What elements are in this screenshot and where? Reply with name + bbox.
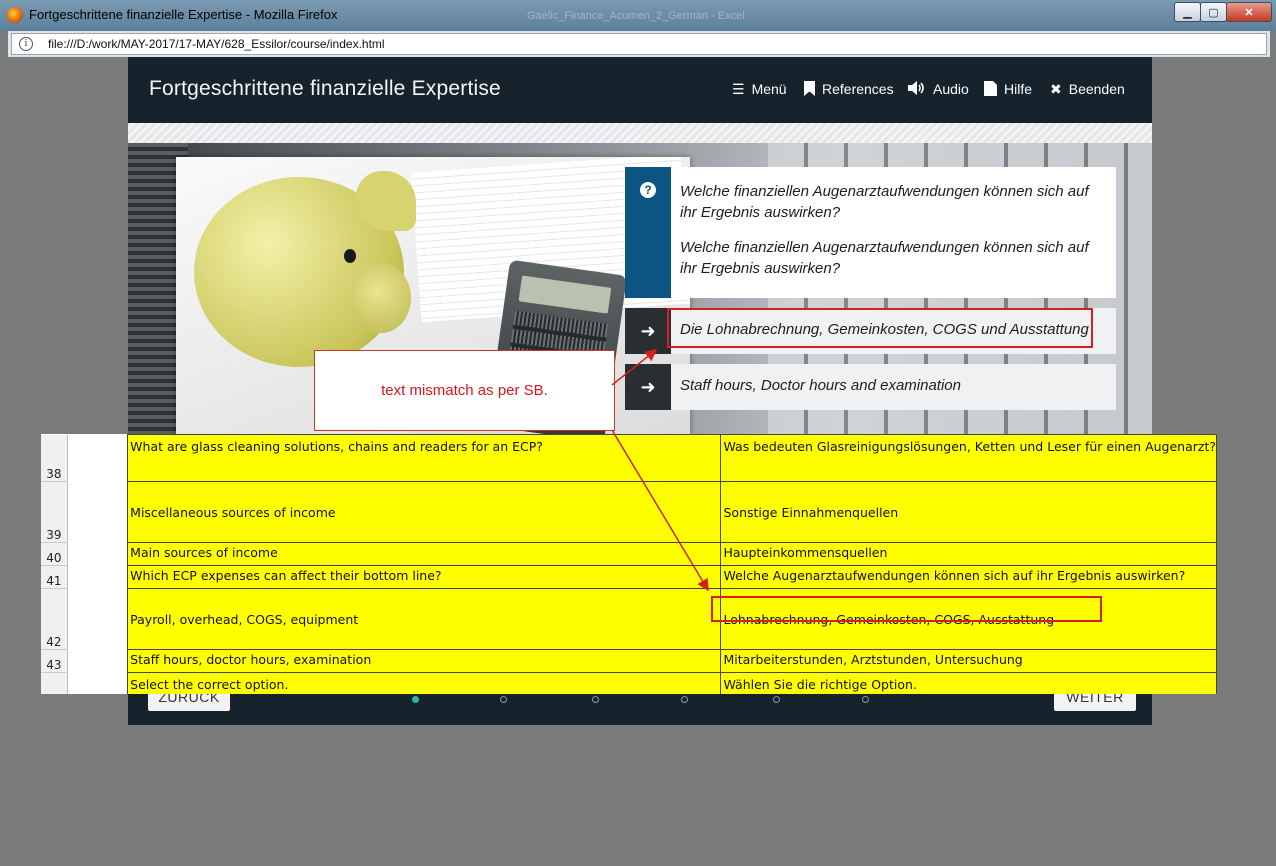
- close-icon: ✖: [1050, 81, 1062, 97]
- table-row: 38 What are glass cleaning solutions, ch…: [41, 434, 1217, 482]
- scene-background: ? Welche finanziellen Augenarztaufwendun…: [128, 143, 1152, 435]
- empty-cell[interactable]: [67, 565, 128, 589]
- nav-audio-button[interactable]: Audio: [908, 80, 969, 98]
- translation-table: 38 What are glass cleaning solutions, ch…: [41, 434, 1217, 694]
- close-window-button[interactable]: ✕: [1226, 2, 1272, 22]
- table-row: 39 Miscellaneous sources of income Sonst…: [41, 481, 1217, 543]
- source-text-cell[interactable]: Staff hours, doctor hours, examination: [127, 649, 722, 673]
- help-icon: [984, 80, 997, 98]
- source-text-cell[interactable]: Select the correct option.: [127, 672, 722, 694]
- piggy-bank-eye: [344, 249, 356, 263]
- review-callout: text mismatch as per SB.: [314, 350, 615, 431]
- nav-exit-button[interactable]: ✖ Beenden: [1050, 80, 1125, 98]
- row-number[interactable]: 38: [41, 434, 68, 482]
- source-text-cell[interactable]: Which ECP expenses can affect their bott…: [127, 565, 722, 589]
- progress-dot[interactable]: [773, 696, 780, 703]
- table-row: 43 Staff hours, doctor hours, examinatio…: [41, 649, 1217, 673]
- window-titlebar: Fortgeschrittene finanzielle Expertise -…: [0, 0, 1276, 31]
- nav-menu-button[interactable]: ☰ Menü: [732, 80, 787, 98]
- source-text-cell[interactable]: What are glass cleaning solutions, chain…: [127, 434, 722, 482]
- header-stripe: [128, 123, 1152, 143]
- table-row: 44 Select the correct option. Wählen Sie…: [41, 672, 1217, 694]
- answer-option-2[interactable]: ➜ Staff hours, Doctor hours and examinat…: [625, 364, 1116, 410]
- url-field[interactable]: i file:///D:/work/MAY-2017/17-MAY/628_Es…: [11, 33, 1267, 55]
- empty-cell[interactable]: [67, 434, 128, 482]
- translation-cell[interactable]: Welche Augenarztaufwendungen können sich…: [720, 565, 1217, 589]
- course-header: Fortgeschrittene finanzielle Expertise ☰…: [128, 57, 1152, 123]
- row-number[interactable]: 44: [41, 672, 68, 694]
- row-number[interactable]: 40: [41, 542, 68, 566]
- nav-help-label: Hilfe: [1004, 81, 1033, 97]
- table-row: 41 Which ECP expenses can affect their b…: [41, 565, 1217, 589]
- translation-cell[interactable]: Wählen Sie die richtige Option.: [720, 672, 1217, 694]
- progress-dot[interactable]: [681, 696, 688, 703]
- progress-dot[interactable]: [500, 696, 507, 703]
- question-text-repeat: Welche finanziellen Augenarztaufwendunge…: [680, 239, 1089, 277]
- translation-cell[interactable]: Mitarbeiterstunden, Arztstunden, Untersu…: [720, 649, 1217, 673]
- translation-cell[interactable]: Was bedeuten Glasreinigungslösungen, Ket…: [720, 434, 1217, 482]
- table-row: 40 Main sources of income Haupteinkommen…: [41, 542, 1217, 566]
- row-number[interactable]: 41: [41, 565, 68, 589]
- course-title: Fortgeschrittene finanzielle Expertise: [149, 77, 501, 100]
- nav-exit-label: Beenden: [1068, 81, 1125, 97]
- progress-dot-current[interactable]: [412, 696, 419, 703]
- question-icon: ?: [640, 182, 656, 198]
- empty-cell[interactable]: [67, 672, 128, 694]
- arrow-right-icon: ➜: [625, 364, 671, 410]
- bookmark-icon: [804, 80, 815, 98]
- progress-dot[interactable]: [862, 696, 869, 703]
- nav-references-button[interactable]: References: [804, 80, 894, 98]
- empty-cell[interactable]: [67, 588, 128, 650]
- background-window-title: Gaelic_Finance_Acumen_2_German - Excel: [527, 10, 745, 22]
- firefox-icon: [7, 7, 23, 23]
- translation-cell[interactable]: Haupteinkommensquellen: [720, 542, 1217, 566]
- question-bar: ?: [625, 167, 671, 298]
- question-panel: ? Welche finanziellen Augenarztaufwendun…: [625, 167, 1116, 298]
- row-number[interactable]: 43: [41, 649, 68, 673]
- callout-text: text mismatch as per SB.: [381, 382, 548, 399]
- empty-cell[interactable]: [67, 542, 128, 566]
- source-text-cell[interactable]: Payroll, overhead, COGS, equipment: [127, 588, 722, 650]
- question-text: Welche finanziellen Augenarztaufwendunge…: [680, 183, 1089, 221]
- speaker-icon: [908, 81, 926, 97]
- answer-option-label: Staff hours, Doctor hours and examinatio…: [680, 377, 961, 394]
- nav-references-label: References: [822, 81, 894, 97]
- arrow-right-icon: ➜: [625, 308, 671, 354]
- spreadsheet-overlay: 38 What are glass cleaning solutions, ch…: [41, 434, 1217, 694]
- source-text-cell[interactable]: Main sources of income: [127, 542, 722, 566]
- highlight-box-option: [667, 308, 1093, 348]
- row-number[interactable]: 39: [41, 481, 68, 543]
- maximize-button[interactable]: ▢: [1200, 2, 1227, 22]
- source-text-cell[interactable]: Miscellaneous sources of income: [127, 481, 722, 543]
- empty-cell[interactable]: [67, 649, 128, 673]
- nav-menu-label: Menü: [751, 81, 787, 97]
- site-info-icon[interactable]: i: [19, 37, 33, 51]
- translation-cell[interactable]: Sonstige Einnahmenquellen: [720, 481, 1217, 543]
- address-bar: i file:///D:/work/MAY-2017/17-MAY/628_Es…: [8, 31, 1270, 57]
- piggy-bank-snout: [351, 263, 411, 333]
- menu-icon: ☰: [732, 81, 745, 97]
- empty-cell[interactable]: [67, 481, 128, 543]
- highlight-box-translation: [711, 596, 1102, 622]
- nav-audio-label: Audio: [933, 81, 969, 97]
- calculator-screen: [518, 275, 612, 314]
- window-title: Fortgeschrittene finanzielle Expertise -…: [29, 7, 338, 22]
- row-number[interactable]: 42: [41, 588, 68, 650]
- url-text[interactable]: file:///D:/work/MAY-2017/17-MAY/628_Essi…: [48, 37, 385, 51]
- nav-help-button[interactable]: Hilfe: [984, 80, 1032, 98]
- progress-dot[interactable]: [592, 696, 599, 703]
- minimize-button[interactable]: ▁: [1174, 2, 1201, 22]
